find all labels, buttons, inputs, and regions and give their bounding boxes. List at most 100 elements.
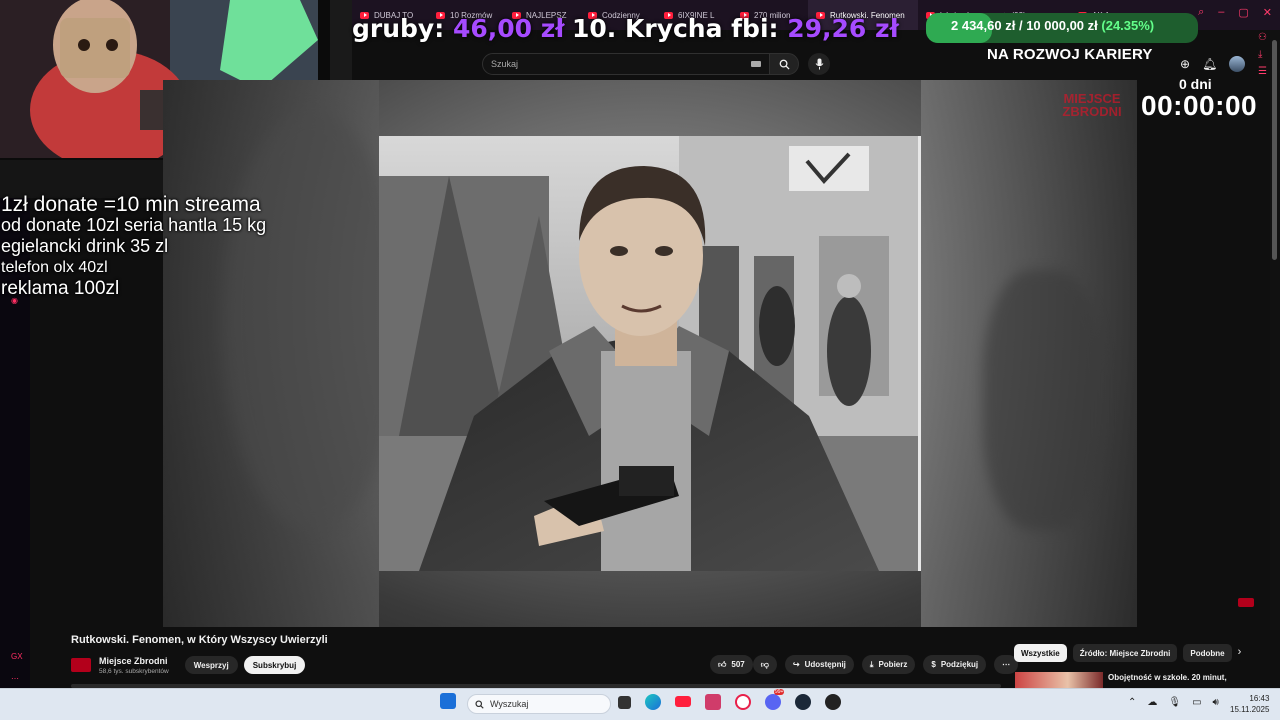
create-icon[interactable]: ⊕ — [1180, 57, 1190, 71]
share-button[interactable]: ↪ Udostępnij — [784, 655, 854, 674]
video-actions: 👍︎ 507 👎︎ ↪ Udostępnij ⤓ Pobierz $ Podzi… — [710, 655, 1019, 674]
clock-date: 15.11.2025 — [1230, 705, 1270, 714]
channel-avatar[interactable] — [71, 658, 91, 672]
channel-name[interactable]: Miejsce Zbrodni — [99, 656, 169, 666]
steam-icon[interactable] — [795, 694, 811, 710]
video-photo — [379, 136, 921, 571]
youtube-app-icon[interactable] — [675, 696, 691, 707]
download-button[interactable]: ⤓ Pobierz — [861, 655, 916, 674]
sidebar-gx-icon[interactable]: GX — [11, 652, 23, 661]
search-placeholder: Szukaj — [491, 59, 519, 69]
search-input[interactable]: Szukaj — [482, 53, 770, 75]
stream-timer: 00:00:00 — [1141, 90, 1258, 121]
thanks-icon: $ — [931, 660, 936, 669]
cloud-icon[interactable]: ☁ — [1147, 697, 1157, 708]
download-label: Pobierz — [878, 660, 908, 669]
goal-target: 10 000,00 zł — [1026, 18, 1098, 33]
more-icon[interactable]: ⋯ — [11, 674, 19, 683]
edge-icon[interactable] — [645, 694, 661, 710]
chevron-up-icon[interactable]: ⌃ — [1128, 697, 1136, 708]
donation-line: reklama 100zl — [1, 278, 120, 299]
donation-line: 1zł donate =10 min streama — [1, 193, 261, 216]
sidebar-icons: ⚇ ⤓ ☰ — [1258, 8, 1267, 77]
minimize-icon[interactable]: – — [1218, 6, 1224, 19]
thumbs-up-icon: 👍︎ — [718, 659, 727, 669]
counter-value: 29,26 zł — [787, 14, 899, 43]
keyboard-icon[interactable] — [751, 61, 761, 67]
voice-search-button[interactable] — [808, 53, 830, 75]
profile-icon[interactable]: ⚇ — [1258, 32, 1267, 43]
header-actions: ⊕ 🔔︎ — [1180, 56, 1246, 72]
goal-separator: / — [1018, 18, 1023, 33]
share-icon: ↪ — [792, 660, 800, 669]
donation-line: od donate 10zl seria hantla 15 kg — [1, 215, 267, 235]
microphone-tray-icon[interactable]: 🎙︎ — [1168, 697, 1181, 708]
network-icon[interactable]: ▭ — [1192, 697, 1201, 708]
donation-info: 1zł donate =10 min streama od donate 10z… — [1, 194, 266, 299]
goal-percent: (24.35%) — [1101, 18, 1155, 33]
maximize-icon[interactable]: ▢ — [1238, 6, 1248, 19]
notifications-icon[interactable]: 🔔︎ — [1202, 57, 1217, 71]
dislike-button[interactable]: 👎︎ — [752, 655, 777, 674]
video-watermark: MIEJSCE ZBRODNI — [1062, 91, 1122, 119]
suggested-video-thumbnail[interactable] — [1015, 672, 1103, 688]
counter-label: gruby: — [352, 14, 445, 43]
chevron-right-icon[interactable]: › — [1238, 644, 1242, 662]
counter-value: 46,00 zł — [452, 14, 565, 43]
goal-current: 2 434,60 zł — [951, 18, 1016, 33]
video-blur-figure — [223, 110, 403, 530]
video-title: Rutkowski. Fenomen, w Który Wszyscy Uwie… — [71, 634, 328, 646]
taskbar-apps: 99+ — [618, 689, 841, 710]
screen: DUBAJ TO 10 Rozmów NAJLEPSZ Codzienny 6I… — [0, 0, 1280, 720]
scrollbar-thumb[interactable] — [1272, 40, 1277, 260]
donation-counter: gruby: 46,00 zł — [352, 14, 565, 43]
volume-icon[interactable]: 🔊︎ — [1213, 697, 1219, 708]
donation-line: egielancki drink 35 zl — [1, 236, 169, 256]
subscriber-count: 58,6 tys. subskrybentów — [99, 667, 169, 675]
thanks-label: Podziękuj — [940, 660, 979, 669]
obs-icon[interactable] — [825, 694, 841, 710]
task-view-icon[interactable] — [618, 696, 631, 709]
more-icon: ⋯ — [1002, 660, 1011, 669]
search-icon — [475, 700, 484, 709]
snipping-tool-icon[interactable] — [705, 694, 721, 710]
like-button[interactable]: 👍︎ 507 — [710, 655, 753, 674]
chip-all[interactable]: Wszystkie — [1014, 644, 1067, 662]
system-tray: ⌃ ☁ 🎙︎ ▭ 🔊︎ — [1128, 697, 1219, 708]
search-button[interactable] — [769, 53, 799, 75]
discord-icon[interactable]: 99+ — [765, 689, 785, 710]
download-icon[interactable]: ⤓ — [1258, 49, 1267, 60]
video-corner-logo — [1238, 598, 1254, 607]
windows-start-icon[interactable] — [440, 693, 456, 709]
thumbs-down-icon: 👎︎ — [760, 659, 769, 669]
avatar[interactable] — [1229, 56, 1246, 72]
suggested-video-title[interactable]: Obojętność w szkole. 20 minut, — [1108, 673, 1227, 682]
microphone-icon — [815, 58, 823, 70]
search-icon — [779, 59, 790, 70]
channel-row: Miejsce Zbrodni 58,6 tys. subskrybentów … — [71, 655, 306, 675]
subscribe-button[interactable]: Subskrybuj — [243, 656, 306, 674]
support-button[interactable]: Wesprzyj — [184, 656, 238, 674]
video-blur-figure — [983, 270, 1103, 530]
chip-similar[interactable]: Podobne — [1183, 644, 1232, 662]
counter-label: 10. Krycha fbi: — [572, 14, 779, 43]
donation-goal-text: 2 434,60 zł / 10 000,00 zł (24.35%) — [951, 18, 1154, 33]
donation-counter: 10. Krycha fbi: 29,26 zł — [572, 14, 899, 43]
thanks-button[interactable]: $ Podziękuj — [923, 655, 987, 674]
clock[interactable]: 16:43 15.11.2025 — [1230, 693, 1269, 715]
taskbar-search-label: Wyszukaj — [490, 699, 529, 709]
menu-icon[interactable]: ☰ — [1258, 66, 1267, 77]
clock-time: 16:43 — [1249, 694, 1270, 703]
donation-line: telefon olx 40zl — [1, 259, 108, 276]
like-count: 507 — [731, 660, 745, 669]
opera-gx-icon[interactable] — [735, 694, 751, 710]
taskbar-pinned — [440, 693, 456, 709]
channel-info: Miejsce Zbrodni 58,6 tys. subskrybentów — [99, 656, 169, 675]
filter-chips: Wszystkie Źródło: Miejsce Zbrodni Podobn… — [1014, 644, 1241, 662]
taskbar-search[interactable]: Wyszukaj — [467, 694, 611, 714]
goal-caption: NA ROZWOJ KARIERY — [987, 46, 1153, 63]
chip-source[interactable]: Źródło: Miejsce Zbrodni — [1072, 644, 1178, 662]
notification-badge: 99+ — [774, 689, 785, 695]
share-label: Udostępnij — [804, 660, 846, 669]
search-tabs-icon[interactable]: ⌕ — [1198, 6, 1204, 19]
